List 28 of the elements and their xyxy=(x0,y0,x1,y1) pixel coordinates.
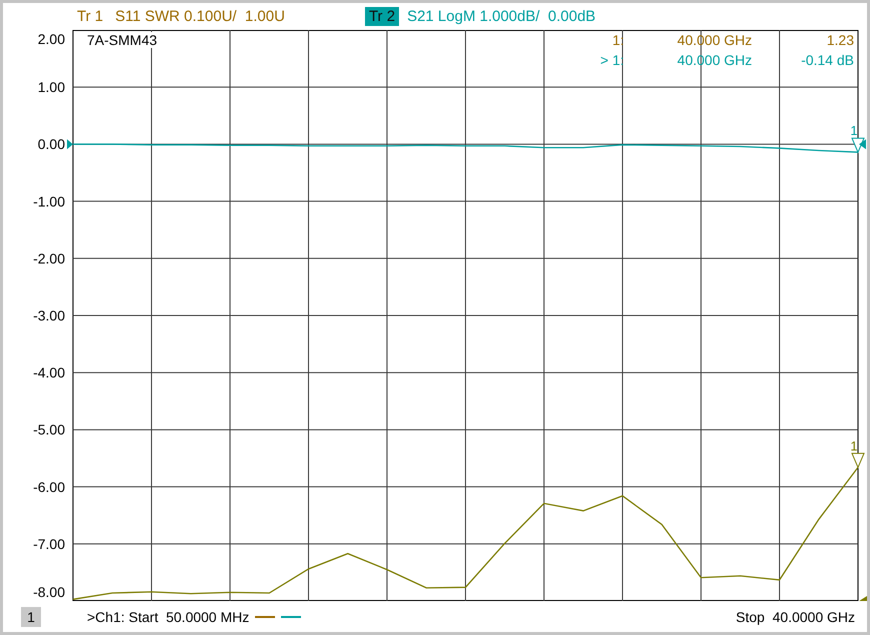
plot-title: 7A-SMM43 xyxy=(87,32,158,48)
reference-arrow-icon xyxy=(859,596,867,601)
axis-label: 0.00 xyxy=(38,136,65,152)
axis-label: 1.00 xyxy=(38,79,65,96)
axis-label: -1.00 xyxy=(33,193,65,210)
marker-triangle-icon xyxy=(851,138,865,154)
axis-label: -3.00 xyxy=(33,308,65,324)
axis-label: -5.00 xyxy=(33,422,65,438)
reference-arrow-icon xyxy=(859,139,866,150)
trace-format-label: S11 SWR 0.100U/ 1.00U xyxy=(115,8,285,25)
axis-label: -2.00 xyxy=(33,250,65,266)
marker-label: 1 xyxy=(850,438,858,454)
start-frequency: >Ch1: Start 50.0000 MHz xyxy=(87,608,250,624)
trace-tab[interactable]: Tr 2 xyxy=(364,7,400,26)
axis-label: -6.00 xyxy=(33,478,65,495)
marker-value: -0.14 dB xyxy=(800,51,854,70)
axis-label: 2.00 xyxy=(38,31,65,47)
marker-value: 1.23 xyxy=(826,31,854,50)
reference-arrow-icon xyxy=(67,139,73,150)
stop-frequency: Stop 40.0000 GHz xyxy=(736,608,855,624)
marker-label: 1 xyxy=(850,123,858,138)
channel-number[interactable]: 1 xyxy=(21,606,41,626)
axis-label: -4.00 xyxy=(33,364,65,381)
trace-format-label: S21 LogM 1.000dB/ 0.00dB xyxy=(407,8,596,25)
axis-label: -7.00 xyxy=(33,536,65,552)
axis-label: -8.00 xyxy=(33,584,65,600)
trace-tab[interactable]: Tr 1 xyxy=(73,7,108,26)
marker-triangle-icon xyxy=(851,452,865,469)
